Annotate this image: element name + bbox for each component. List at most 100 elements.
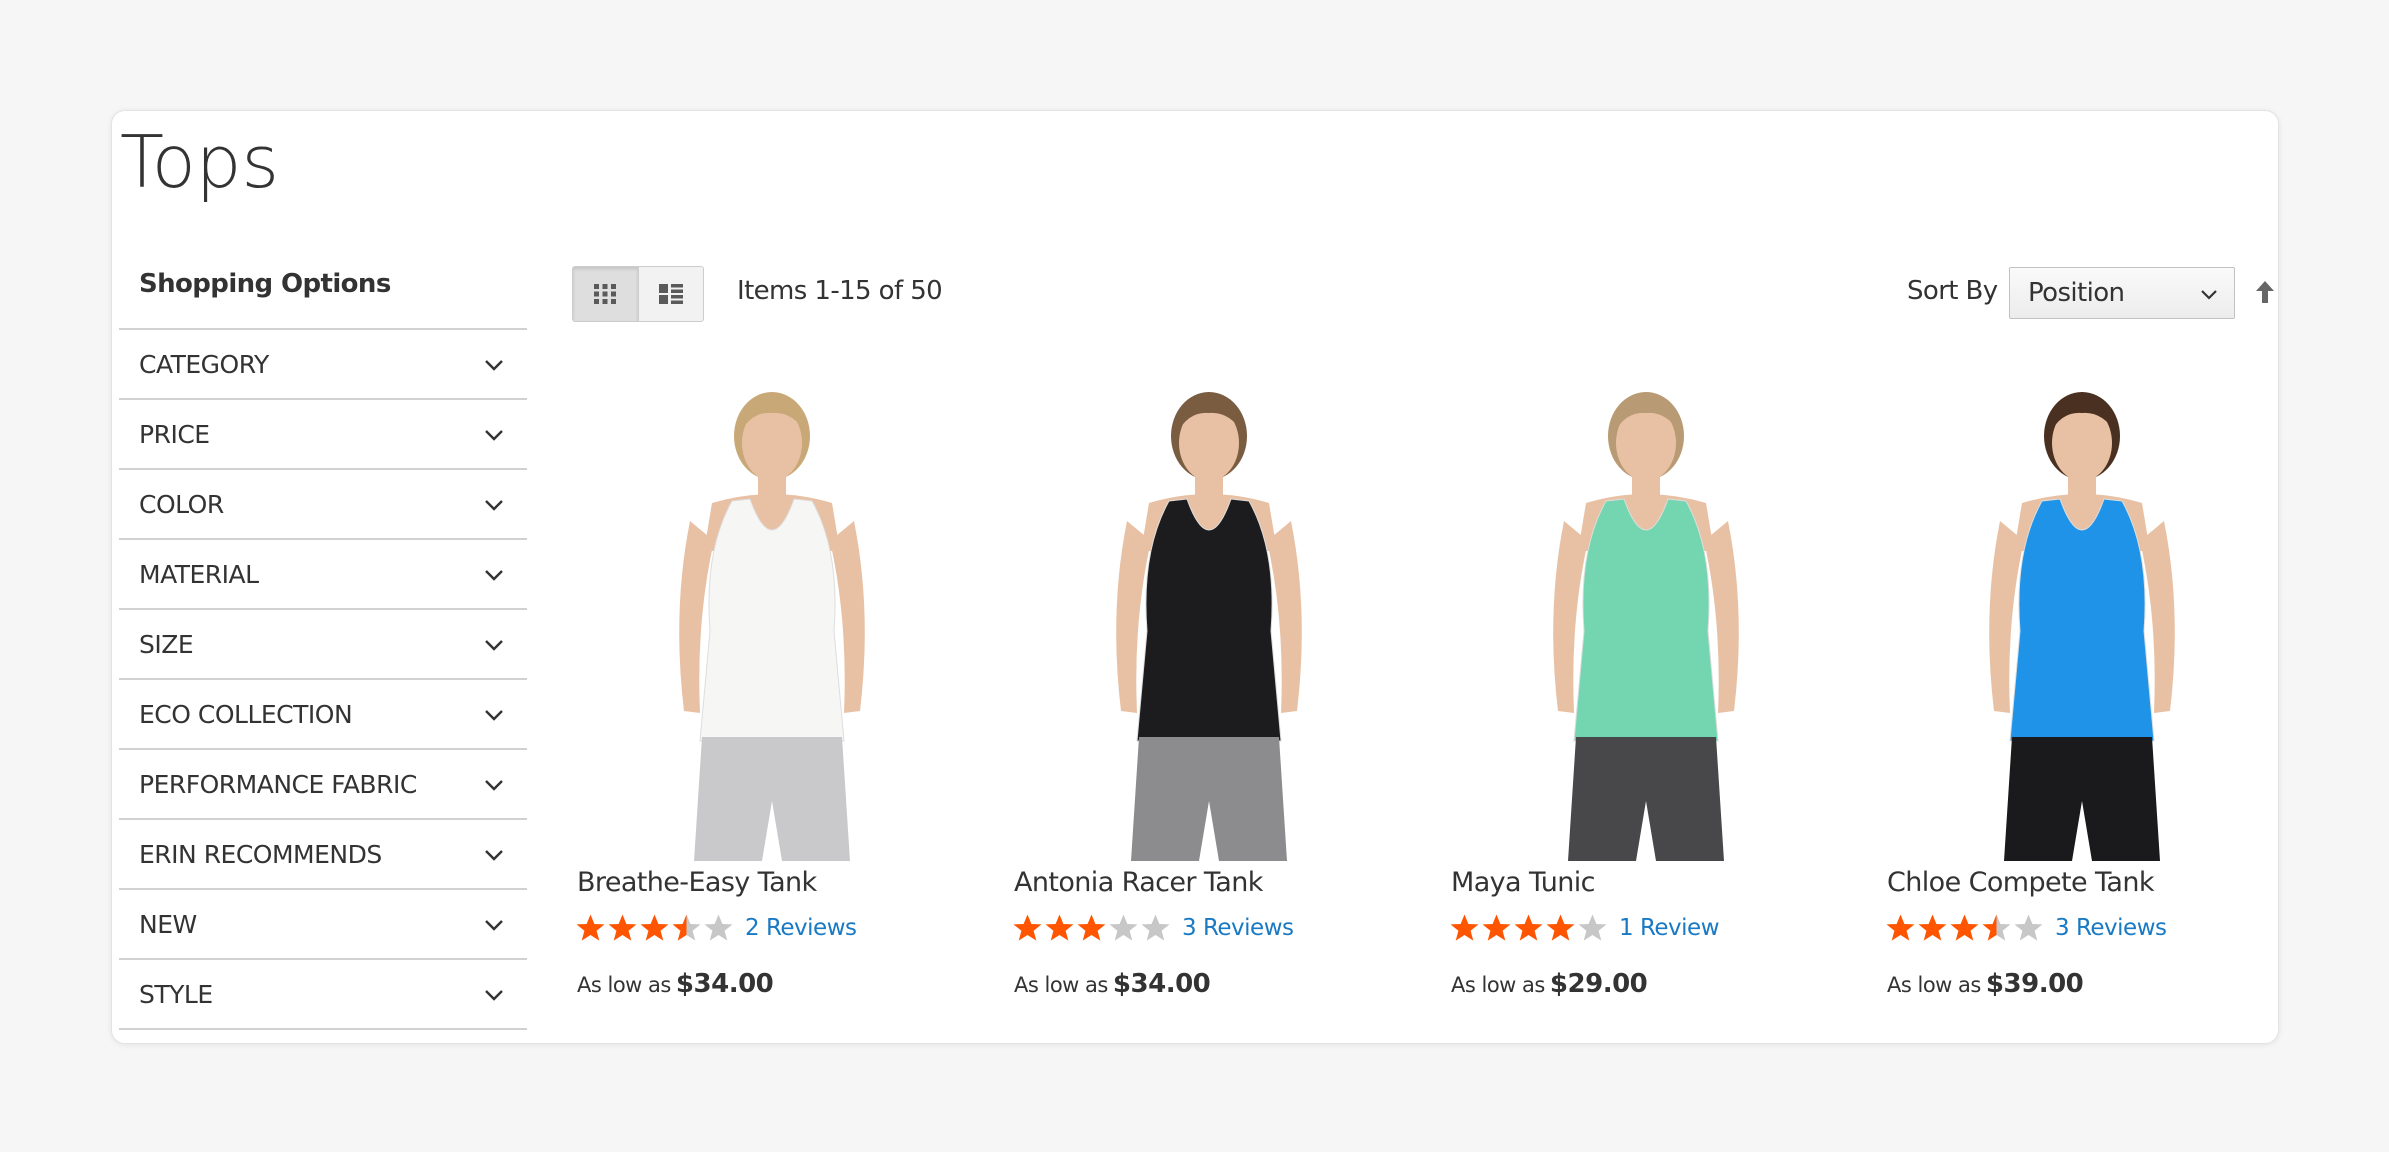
filter-label: STYLE <box>139 979 213 1009</box>
chevron-down-icon <box>485 920 503 931</box>
product-rating: 2 Reviews <box>575 913 857 943</box>
chevron-down-icon <box>485 990 503 1001</box>
reviews-link[interactable]: 1 Review <box>1619 915 1720 941</box>
layered-navigation: Shopping Options CATEGORY PRICE COLOR MA… <box>119 259 527 1030</box>
star-icon <box>1578 914 1607 941</box>
star-icon <box>640 914 669 941</box>
star-icon <box>1013 914 1042 941</box>
grid-view-button[interactable] <box>573 267 638 321</box>
product-item: Maya Tunic 1 Review As low as $29.00 <box>1446 381 1846 999</box>
filter-size[interactable]: SIZE <box>119 610 527 680</box>
product-name-link[interactable]: Breathe-Easy Tank <box>577 867 817 898</box>
rating-stars <box>575 913 735 943</box>
star-icon <box>1141 914 1170 941</box>
filter-eco-collection[interactable]: ECO COLLECTION <box>119 680 527 750</box>
sort-by-value: Position <box>2028 278 2125 308</box>
reviews-link[interactable]: 3 Reviews <box>1182 915 1294 941</box>
product-item: Antonia Racer Tank 3 Reviews As low as $… <box>1009 381 1409 999</box>
star-icon <box>576 914 605 941</box>
product-name-link[interactable]: Maya Tunic <box>1451 867 1596 898</box>
chevron-down-icon <box>2201 290 2217 300</box>
star-icon <box>1482 914 1511 941</box>
star-icon <box>1546 914 1575 941</box>
product-photo <box>572 381 972 861</box>
product-rating: 1 Review <box>1449 913 1720 943</box>
list-view-button[interactable] <box>637 267 703 321</box>
product-photo <box>1882 381 2278 861</box>
price-label: As low as <box>1014 973 1108 997</box>
product-rating: 3 Reviews <box>1885 913 2167 943</box>
filter-style[interactable]: STYLE <box>119 960 527 1030</box>
star-icon <box>1982 914 2011 941</box>
product-name-link[interactable]: Antonia Racer Tank <box>1014 867 1263 898</box>
price-box: As low as $29.00 <box>1451 969 1648 999</box>
star-icon <box>1109 914 1138 941</box>
filter-label: ECO COLLECTION <box>139 699 353 729</box>
price-box: As low as $34.00 <box>577 969 774 999</box>
category-page-card: Tops Shopping Options CATEGORY PRICE COL… <box>111 110 2279 1044</box>
filter-label: PERFORMANCE FABRIC <box>139 769 417 799</box>
rating-stars <box>1885 913 2045 943</box>
filter-new[interactable]: NEW <box>119 890 527 960</box>
product-image[interactable] <box>1446 381 1846 861</box>
reviews-link[interactable]: 3 Reviews <box>2055 915 2167 941</box>
price: $29.00 <box>1549 969 1648 999</box>
chevron-down-icon <box>485 500 503 511</box>
rating-stars <box>1449 913 1609 943</box>
price-label: As low as <box>1451 973 1545 997</box>
price-box: As low as $34.00 <box>1014 969 1211 999</box>
product-image[interactable] <box>572 381 972 861</box>
filter-label: COLOR <box>139 489 224 519</box>
view-mode-switch <box>572 266 704 322</box>
product-image[interactable] <box>1882 381 2278 861</box>
filter-category[interactable]: CATEGORY <box>119 330 527 400</box>
price: $39.00 <box>1985 969 2084 999</box>
sort-by-label: Sort By <box>1907 276 1998 306</box>
star-icon <box>1450 914 1479 941</box>
price-label: As low as <box>1887 973 1981 997</box>
chevron-down-icon <box>485 360 503 371</box>
product-rating: 3 Reviews <box>1012 913 1294 943</box>
product-item: Chloe Compete Tank 3 Reviews As low as $… <box>1882 381 2278 999</box>
price-box: As low as $39.00 <box>1887 969 2084 999</box>
filter-color[interactable]: COLOR <box>119 470 527 540</box>
star-icon <box>1514 914 1543 941</box>
filter-price[interactable]: PRICE <box>119 400 527 470</box>
filter-label: ERIN RECOMMENDS <box>139 839 382 869</box>
star-icon <box>1918 914 1947 941</box>
chevron-down-icon <box>485 780 503 791</box>
grid-view-icon <box>594 284 617 304</box>
chevron-down-icon <box>485 710 503 721</box>
shopping-options-title: Shopping Options <box>139 269 391 299</box>
filter-label: PRICE <box>139 419 210 449</box>
price: $34.00 <box>1112 969 1211 999</box>
product-photo <box>1446 381 1846 861</box>
rating-stars <box>1012 913 1172 943</box>
toolbar-amount: Items 1-15 of 50 <box>737 276 943 306</box>
product-photo <box>1009 381 1409 861</box>
arrow-up-icon[interactable] <box>2254 279 2276 305</box>
filter-label: SIZE <box>139 629 194 659</box>
star-icon <box>1045 914 1074 941</box>
price-label: As low as <box>577 973 671 997</box>
filter-performance-fabric[interactable]: PERFORMANCE FABRIC <box>119 750 527 820</box>
star-icon <box>704 914 733 941</box>
filter-erin-recommends[interactable]: ERIN RECOMMENDS <box>119 820 527 890</box>
reviews-link[interactable]: 2 Reviews <box>745 915 857 941</box>
filter-material[interactable]: MATERIAL <box>119 540 527 610</box>
product-item: Breathe-Easy Tank 2 Reviews As low as $3… <box>572 381 972 999</box>
price: $34.00 <box>675 969 774 999</box>
sort-by-select[interactable]: Position <box>2009 267 2235 319</box>
product-name-link[interactable]: Chloe Compete Tank <box>1887 867 2155 898</box>
star-icon <box>1950 914 1979 941</box>
filter-label: CATEGORY <box>139 349 269 379</box>
star-icon <box>608 914 637 941</box>
chevron-down-icon <box>485 570 503 581</box>
star-icon <box>2014 914 2043 941</box>
filter-list: CATEGORY PRICE COLOR MATERIAL SIZE ECO C… <box>119 328 527 1030</box>
filter-label: NEW <box>139 909 197 939</box>
chevron-down-icon <box>485 430 503 441</box>
filter-label: MATERIAL <box>139 559 259 589</box>
product-image[interactable] <box>1009 381 1409 861</box>
star-icon <box>672 914 701 941</box>
